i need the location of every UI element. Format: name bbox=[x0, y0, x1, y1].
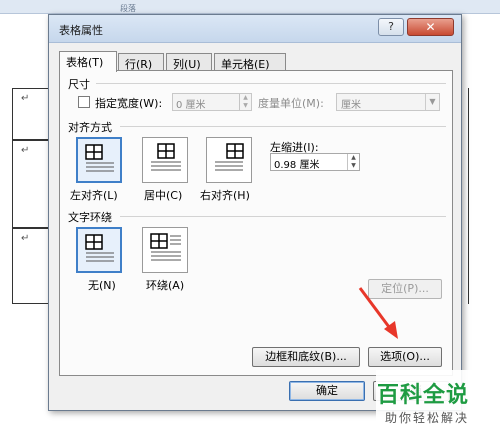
align-left-label: 左对齐(L) bbox=[70, 189, 118, 202]
doc-table-border bbox=[468, 88, 469, 304]
tab-table[interactable]: 表格(T) bbox=[59, 51, 117, 72]
tab-row[interactable]: 行(R) bbox=[118, 53, 164, 71]
divider bbox=[120, 126, 446, 127]
wrap-around-icon bbox=[150, 233, 181, 261]
specify-width-checkbox[interactable] bbox=[78, 96, 90, 108]
align-right-icon bbox=[215, 143, 244, 171]
annotation-arrow-icon bbox=[358, 287, 398, 339]
spin-up-icon[interactable]: ▲ bbox=[348, 154, 359, 162]
spin-down-icon[interactable]: ▼ bbox=[348, 162, 359, 170]
align-left-icon bbox=[85, 144, 114, 172]
divider bbox=[120, 216, 446, 217]
paragraph-mark: ↵ bbox=[21, 233, 30, 244]
wrap-none-label: 无(N) bbox=[88, 279, 116, 292]
align-right-option[interactable] bbox=[206, 137, 252, 183]
wrap-around-label: 环绕(A) bbox=[146, 279, 185, 292]
measure-unit-select[interactable]: 厘米 ▼ bbox=[336, 93, 440, 111]
dialog-titlebar[interactable]: 表格属性 ? ✕ bbox=[49, 15, 461, 43]
tab-column[interactable]: 列(U) bbox=[166, 53, 212, 71]
table-properties-dialog: 表格属性 ? ✕ 表格(T) 行(R) 列(U) 单元格(E) 尺寸 指定宽度(… bbox=[48, 14, 462, 411]
width-spinner[interactable]: 0 厘米 ▲ ▼ bbox=[172, 93, 252, 111]
wrapping-section-label: 文字环绕 bbox=[68, 211, 112, 224]
dialog-title: 表格属性 bbox=[59, 24, 103, 37]
size-section-label: 尺寸 bbox=[68, 78, 90, 91]
options-button[interactable]: 选项(O)... bbox=[368, 347, 442, 367]
align-left-option[interactable] bbox=[76, 137, 122, 183]
divider bbox=[96, 83, 446, 84]
alignment-section-label: 对齐方式 bbox=[68, 121, 112, 134]
align-center-label: 居中(C) bbox=[144, 189, 183, 202]
spin-down-icon[interactable]: ▼ bbox=[240, 102, 251, 110]
ok-button[interactable]: 确定 bbox=[289, 381, 365, 401]
chevron-down-icon: ▼ bbox=[425, 94, 439, 110]
align-center-option[interactable] bbox=[142, 137, 188, 183]
word-ruler: 段落 bbox=[0, 0, 500, 14]
spin-up-icon[interactable]: ▲ bbox=[240, 94, 251, 102]
watermark-logo-text: 百科全说 bbox=[377, 383, 470, 408]
wrap-around-option[interactable] bbox=[142, 227, 188, 273]
specify-width-label: 指定宽度(W): bbox=[95, 97, 163, 110]
wrap-none-option[interactable] bbox=[76, 227, 122, 273]
tab-cell[interactable]: 单元格(E) bbox=[214, 53, 286, 71]
help-button[interactable]: ? bbox=[378, 18, 404, 36]
measure-unit-label: 度量单位(M): bbox=[258, 97, 324, 110]
ruler-text: 段落 bbox=[120, 4, 136, 13]
align-center-icon bbox=[151, 143, 181, 171]
paragraph-mark: ↵ bbox=[21, 145, 30, 156]
paragraph-mark: ↵ bbox=[21, 93, 30, 104]
width-value: 0 厘米 bbox=[176, 100, 206, 111]
watermark-tagline: 助你轻松解决 bbox=[385, 411, 470, 425]
close-button[interactable]: ✕ bbox=[407, 18, 454, 36]
left-indent-value: 0.98 厘米 bbox=[274, 160, 320, 171]
align-right-label: 右对齐(H) bbox=[200, 189, 250, 202]
borders-shading-button[interactable]: 边框和底纹(B)... bbox=[252, 347, 360, 367]
measure-unit-value: 厘米 bbox=[341, 100, 361, 111]
wrap-none-icon bbox=[85, 234, 114, 262]
left-indent-spinner[interactable]: 0.98 厘米 ▲ ▼ bbox=[270, 153, 360, 171]
